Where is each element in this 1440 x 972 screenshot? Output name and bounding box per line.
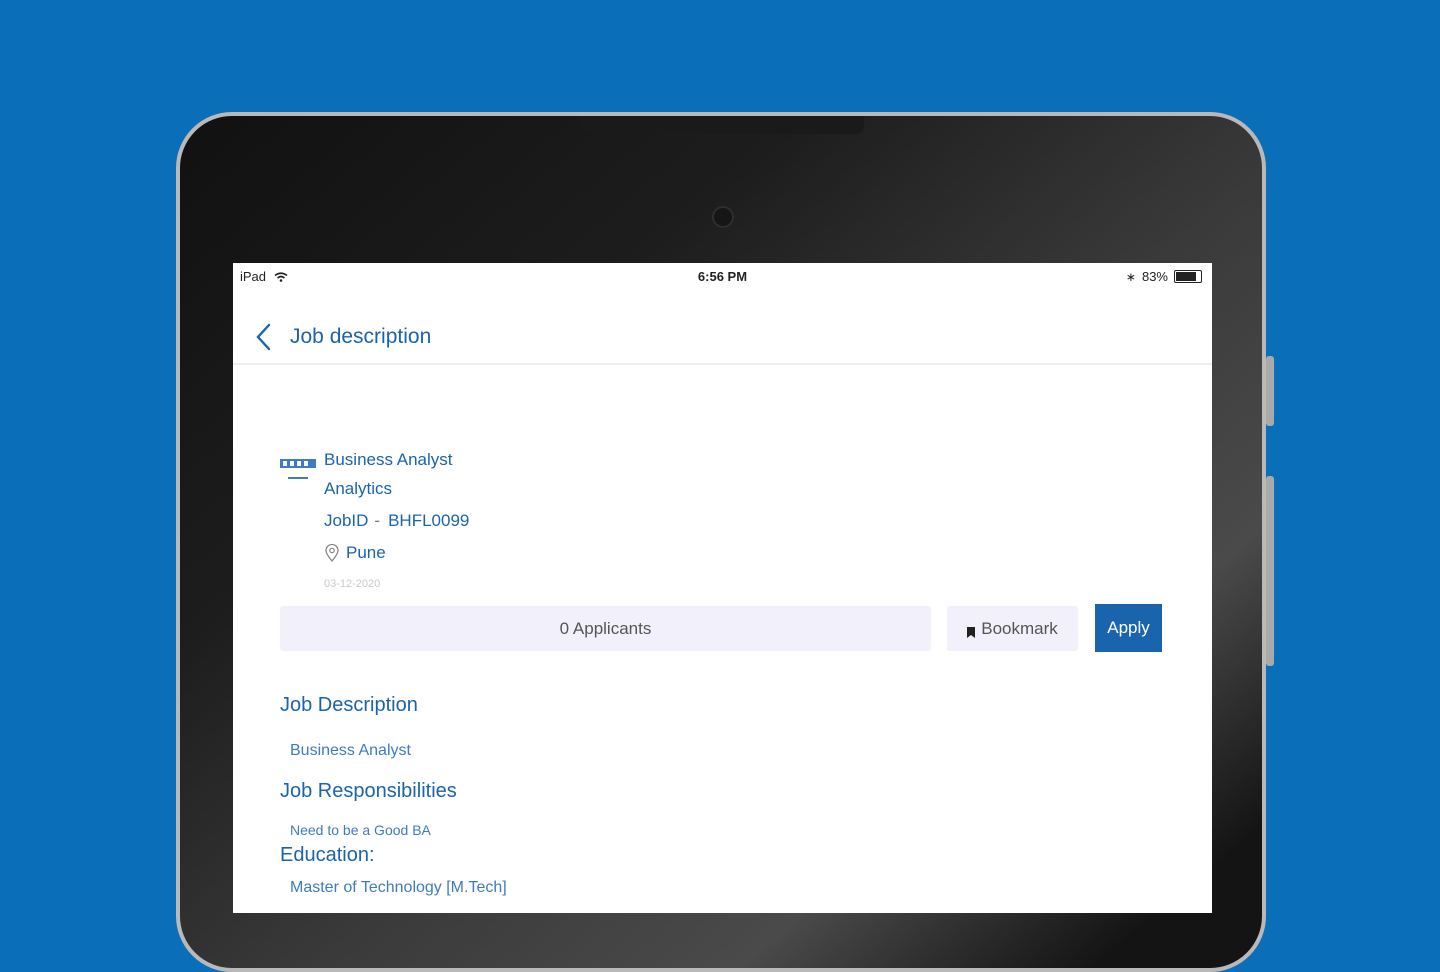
job-description-heading: Job Description <box>280 694 418 716</box>
job-id-value: BHFL0099 <box>388 511 470 530</box>
bookmark-label: Bookmark <box>981 618 1058 638</box>
location-label: Pune <box>346 543 386 562</box>
location-pin-icon <box>324 543 340 563</box>
education-body: Master of Technology [M.Tech] <box>290 879 507 896</box>
apply-button[interactable]: Apply <box>1095 604 1162 652</box>
job-responsibilities-heading: Job Responsibilities <box>280 780 457 802</box>
battery-percent: 83% <box>1141 269 1168 284</box>
job-description-body: Business Analyst <box>290 742 411 759</box>
side-button <box>1266 476 1274 666</box>
posted-date: 03-12-2020 <box>324 578 381 590</box>
job-id-label: JobID <box>324 511 369 530</box>
job-location: Pune <box>324 543 386 563</box>
bookmark-icon <box>967 623 976 638</box>
company-logo-icon <box>280 457 318 483</box>
applicants-count: 0 Applicants <box>280 606 931 651</box>
job-department: Analytics <box>324 479 393 498</box>
job-id: JobID - BHFL0099 <box>324 511 469 531</box>
job-id-separator: - <box>374 511 381 530</box>
job-title: Business Analyst <box>324 450 453 469</box>
bluetooth-icon: ∗ <box>1125 269 1136 284</box>
job-responsibilities-body: Need to be a Good BA <box>290 822 431 838</box>
back-arrow-icon[interactable] <box>253 323 275 351</box>
education-heading: Education: <box>280 844 375 866</box>
app-screen: iPad 6:56 PM ∗ 83% Job description Busin… <box>233 263 1212 913</box>
page-title: Job description <box>290 325 432 348</box>
status-right: ∗ 83% <box>1126 269 1202 284</box>
status-time: 6:56 PM <box>697 269 748 284</box>
bookmark-button[interactable]: Bookmark <box>947 606 1078 651</box>
camera-icon <box>712 206 734 228</box>
status-bar: iPad 6:56 PM ∗ 83% <box>233 263 1212 289</box>
nav-bar: Job description <box>233 305 1212 365</box>
tablet-notch <box>580 116 864 134</box>
battery-icon <box>1174 270 1202 283</box>
volume-button <box>1266 356 1274 426</box>
